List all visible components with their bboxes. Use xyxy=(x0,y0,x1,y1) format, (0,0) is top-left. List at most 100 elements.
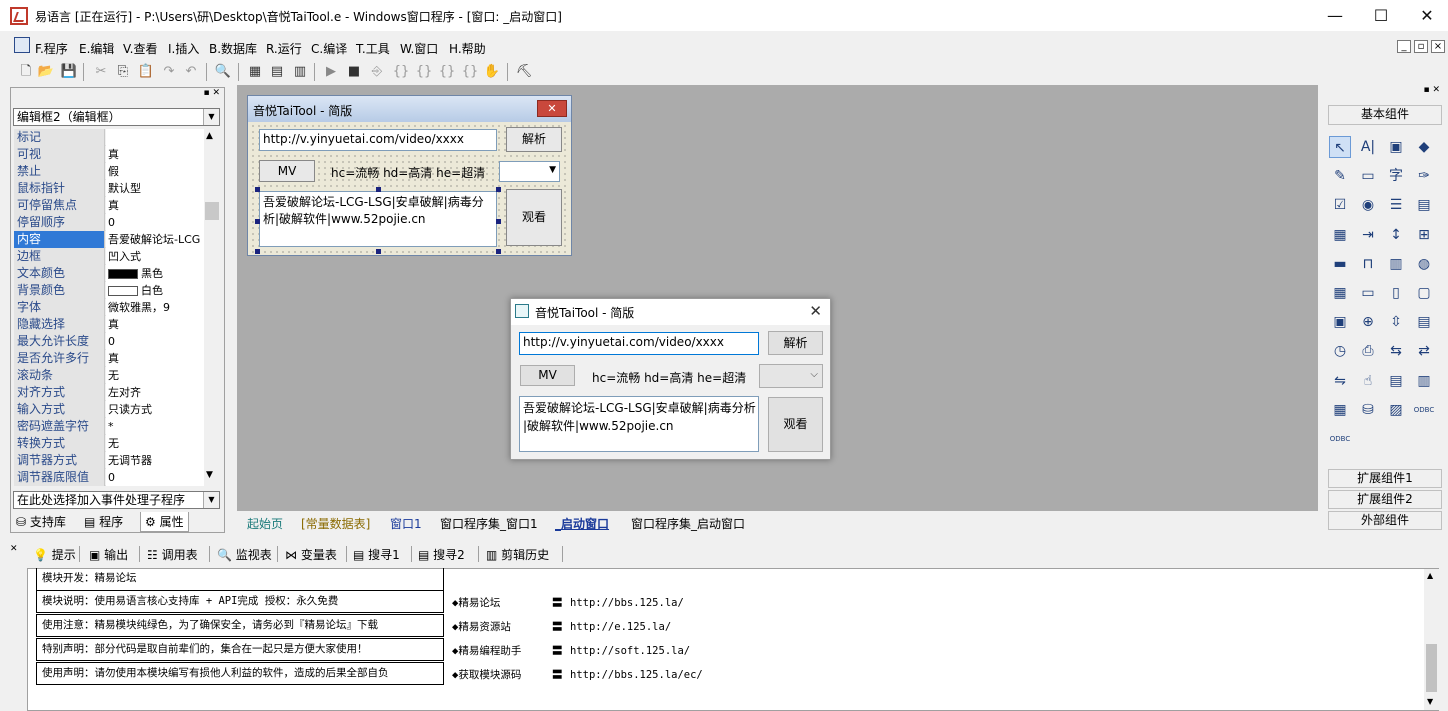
tab-watch[interactable]: 🔍 监视表 xyxy=(217,546,272,563)
mv-button[interactable]: MV xyxy=(520,365,575,386)
text-icon[interactable]: ▭ xyxy=(1357,165,1379,187)
property-value[interactable]: 真 xyxy=(106,350,204,367)
hand-icon[interactable]: ✋ xyxy=(483,63,501,81)
scroll-thumb[interactable] xyxy=(1426,644,1437,692)
tab-startup-window-set[interactable]: 窗口程序集_启动窗口 xyxy=(631,515,745,532)
paste-icon[interactable]: 📋 xyxy=(137,63,155,81)
external-components-button[interactable]: 外部组件 xyxy=(1328,511,1442,530)
design-url-edit[interactable]: http://v.yinyuetai.com/video/xxxx xyxy=(259,129,497,151)
menu-run[interactable]: R.运行 xyxy=(266,40,302,57)
layout-cols-icon[interactable]: ▥ xyxy=(291,63,309,81)
design-parse-button[interactable]: 解析 xyxy=(506,127,562,152)
calendar-icon[interactable]: ▥ xyxy=(1385,253,1407,275)
tab-call-stack[interactable]: ☷ 调用表 xyxy=(147,546,198,563)
panel-controls[interactable]: ▪ ✕ xyxy=(11,88,224,100)
tab-hints[interactable]: 💡 提示 xyxy=(33,546,76,563)
scroll-thumb[interactable] xyxy=(205,202,219,220)
property-value[interactable]: 吾爱破解论坛-LCG xyxy=(106,231,204,248)
listbox-icon[interactable]: ▤ xyxy=(1413,194,1435,216)
hand-icon[interactable]: ☝ xyxy=(1357,370,1379,392)
undo-icon[interactable]: ↶ xyxy=(182,63,200,81)
folder-icon[interactable]: ▯ xyxy=(1385,282,1407,304)
property-row[interactable]: 内容 吾爱破解论坛-LCG xyxy=(14,231,204,248)
property-row[interactable]: 边框 凹入式 xyxy=(14,248,204,265)
property-row[interactable]: 滚动条无 xyxy=(14,367,204,384)
socket-icon[interactable]: ⇋ xyxy=(1329,370,1351,392)
property-value[interactable] xyxy=(106,129,204,146)
pen-icon[interactable]: ✑ xyxy=(1413,165,1435,187)
checkbox-icon[interactable]: ☑ xyxy=(1329,194,1351,216)
find-icon[interactable]: 🔍 xyxy=(214,63,232,81)
property-row[interactable]: 隐藏选择真 xyxy=(14,316,204,333)
property-value[interactable]: 微软雅黑，9 xyxy=(106,299,204,316)
spin-icon[interactable]: ↕ xyxy=(1385,224,1407,246)
panel-close-icon[interactable]: ✕ xyxy=(10,544,18,554)
button-icon[interactable]: ▭ xyxy=(1357,282,1379,304)
globe-icon[interactable]: ⊕ xyxy=(1357,311,1379,333)
slider-icon[interactable]: ⇥ xyxy=(1357,224,1379,246)
tab-window1-set[interactable]: 窗口程序集_窗口1 xyxy=(440,515,538,532)
open-folder-icon[interactable]: 📂 xyxy=(37,63,55,81)
running-app-window[interactable]: 音悦TaiTool - 简版 ✕ http://v.yinyuetai.com/… xyxy=(510,298,831,460)
step-over-icon[interactable]: {} xyxy=(415,63,433,81)
scroll-icon[interactable]: ⇳ xyxy=(1385,311,1407,333)
tab-start-page[interactable]: 起始页 xyxy=(247,515,283,532)
save-icon[interactable]: 💾 xyxy=(60,63,78,81)
tab-clip-history[interactable]: ▥ 剪辑历史 xyxy=(486,546,549,563)
ext-components-2-button[interactable]: 扩展组件2 xyxy=(1328,490,1442,509)
ruler-icon[interactable]: ⊓ xyxy=(1357,253,1379,275)
property-row[interactable]: 停留顺序 0 xyxy=(14,214,204,231)
quality-select[interactable]: ⌵ xyxy=(759,364,823,388)
selection-handle[interactable] xyxy=(255,187,260,192)
property-value[interactable]: 左对齐 xyxy=(106,384,204,401)
selection-handle[interactable] xyxy=(496,249,501,254)
property-row[interactable]: 可停留焦点真 xyxy=(14,197,204,214)
new-file-icon[interactable]: 🗋 xyxy=(17,63,35,81)
property-row[interactable]: 鼠标指针 默认型 xyxy=(14,180,204,197)
property-row[interactable]: 对齐方式 左对齐 xyxy=(14,384,204,401)
property-value[interactable]: 0 xyxy=(106,214,204,231)
property-value[interactable]: * xyxy=(106,418,204,435)
property-value[interactable]: 假 xyxy=(106,163,204,180)
grid-icon[interactable]: ▦ xyxy=(1329,282,1351,304)
tab-window1[interactable]: 窗口1 xyxy=(390,515,422,532)
selection-handle[interactable] xyxy=(496,187,501,192)
property-value[interactable]: 只读方式 xyxy=(106,401,204,418)
property-value[interactable]: 默认型 xyxy=(106,180,204,197)
layout-rows-icon[interactable]: ▤ xyxy=(268,63,286,81)
doc-icon[interactable]: ▤ xyxy=(1385,370,1407,392)
step-out-icon[interactable]: {} xyxy=(438,63,456,81)
network-icon[interactable]: ⇆ xyxy=(1385,340,1407,362)
tab-output[interactable]: ▣ 输出 xyxy=(89,546,128,563)
edit-icon[interactable]: ✎ xyxy=(1329,165,1351,187)
copy-icon[interactable]: ⎘ xyxy=(114,63,132,81)
design-form-body[interactable]: http://v.yinyuetai.com/video/xxxx 解析 MV … xyxy=(250,123,569,254)
maximize-button[interactable]: ☐ xyxy=(1358,0,1404,31)
tab-search2[interactable]: ▤ 搜寻2 xyxy=(418,546,465,563)
pointer-icon[interactable]: ↖ xyxy=(1329,136,1351,158)
ext-components-1-button[interactable]: 扩展组件1 xyxy=(1328,469,1442,488)
binoculars-icon[interactable]: ⛏ xyxy=(515,63,533,81)
tab-startup-window[interactable]: _启动窗口 xyxy=(555,515,609,532)
progress-icon[interactable]: ▬ xyxy=(1329,253,1351,275)
scroll-down-icon[interactable]: ▼ xyxy=(206,470,213,480)
scroll-up-icon[interactable]: ▲ xyxy=(1427,571,1433,580)
property-row[interactable]: 禁止假 xyxy=(14,163,204,180)
stop-icon[interactable]: ■ xyxy=(345,63,363,81)
url-input[interactable]: http://v.yinyuetai.com/video/xxxx xyxy=(519,332,759,355)
property-value[interactable]: 凹入式 xyxy=(106,248,204,265)
menu-program[interactable]: F.程序 xyxy=(35,40,68,57)
redo-icon[interactable]: ↷ xyxy=(160,63,178,81)
property-row[interactable]: 标记 xyxy=(14,129,204,146)
chart-icon[interactable]: ▨ xyxy=(1385,399,1407,421)
property-value[interactable]: 无 xyxy=(106,367,204,384)
property-row[interactable]: 可视真 xyxy=(14,146,204,163)
design-quality-combo[interactable]: ▼ xyxy=(499,161,560,182)
radio-icon[interactable]: ◉ xyxy=(1357,194,1379,216)
picture-icon[interactable]: ▣ xyxy=(1385,136,1407,158)
property-value[interactable]: 无 xyxy=(106,435,204,452)
run-icon[interactable]: ▶ xyxy=(322,63,340,81)
property-row[interactable]: 调节器方式 无调节器 xyxy=(14,452,204,469)
label-icon[interactable]: A| xyxy=(1357,136,1379,158)
odbc-icon[interactable]: ODBC xyxy=(1413,399,1435,421)
